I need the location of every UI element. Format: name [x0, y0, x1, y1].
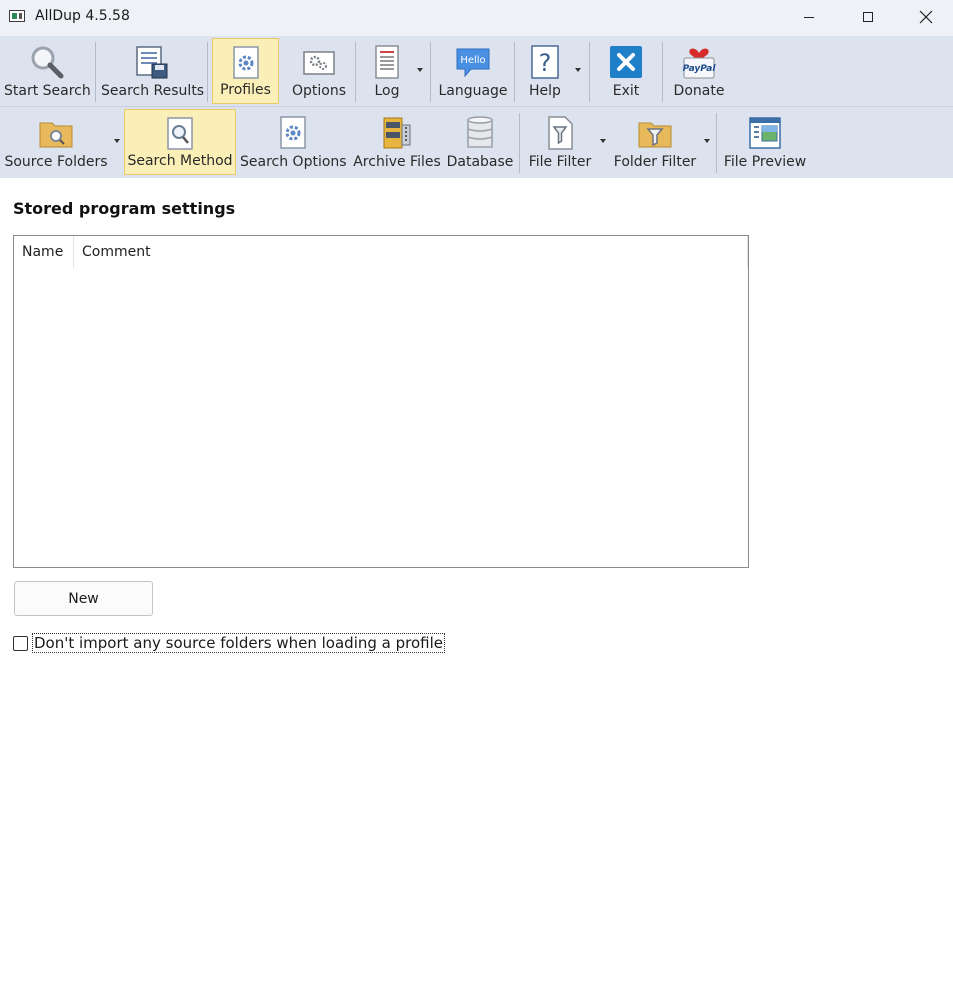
column-header-comment[interactable]: Comment [74, 236, 748, 268]
database-button[interactable]: Database [446, 109, 514, 175]
search-method-button[interactable]: Search Method [124, 109, 236, 175]
source-folders-button[interactable]: Source Folders [4, 109, 108, 175]
dont-import-source-folders-label[interactable]: Don't import any source folders when loa… [32, 633, 445, 653]
exit-button[interactable]: Exit [595, 38, 657, 104]
log-icon [375, 45, 399, 79]
file-preview-button[interactable]: File Preview [722, 109, 808, 175]
app-icon [9, 10, 25, 22]
main-toolbar: Start Search Search Results Profiles Opt… [0, 36, 953, 107]
database-icon [467, 116, 493, 148]
paypal-icon: PayPal [683, 48, 717, 79]
options-icon [303, 51, 335, 75]
file-preview-icon [749, 117, 781, 149]
folder-filter-button[interactable]: Folder Filter [610, 109, 700, 175]
folder-filter-icon [638, 122, 672, 148]
help-button[interactable]: ? Help [520, 38, 570, 104]
source-folders-icon [39, 122, 73, 148]
minimize-icon [804, 17, 814, 18]
new-button[interactable]: New [14, 581, 153, 616]
start-search-button[interactable]: Start Search [4, 38, 91, 104]
page-title: Stored program settings [13, 199, 236, 218]
log-dropdown-arrow[interactable] [417, 68, 423, 72]
help-icon: ? [531, 45, 559, 79]
separator [95, 42, 96, 102]
svg-text:?: ? [539, 49, 552, 77]
maximize-icon [863, 12, 873, 22]
exit-icon [610, 46, 642, 78]
options-button[interactable]: Options [286, 38, 352, 104]
log-button[interactable]: Log [361, 38, 413, 104]
column-header-name[interactable]: Name [14, 236, 74, 268]
svg-text:Hello: Hello [460, 55, 485, 66]
file-filter-icon [548, 116, 573, 150]
window-title: AllDup 4.5.58 [35, 8, 130, 24]
folder-filter-dropdown-arrow[interactable] [704, 139, 710, 143]
title-bar: AllDup 4.5.58 [0, 0, 953, 36]
close-icon [919, 10, 933, 24]
svg-text:PayPal: PayPal [683, 64, 717, 74]
search-method-icon [167, 117, 193, 150]
separator [355, 42, 356, 102]
profiles-icon [232, 46, 259, 79]
magnifier-icon [31, 46, 64, 79]
separator [519, 113, 520, 173]
archive-files-icon [383, 117, 411, 149]
profiles-list[interactable]: Name Comment [13, 235, 749, 568]
file-filter-dropdown-arrow[interactable] [600, 139, 606, 143]
donate-button[interactable]: PayPal Donate [668, 38, 730, 104]
search-toolbar: Source Folders Search Method Search Opti… [0, 107, 953, 178]
maximize-button[interactable] [839, 0, 897, 34]
file-filter-button[interactable]: File Filter [525, 109, 595, 175]
help-dropdown-arrow[interactable] [575, 68, 581, 72]
dont-import-source-folders-option[interactable]: Don't import any source folders when loa… [13, 632, 445, 654]
separator [716, 113, 717, 173]
source-folders-dropdown-arrow[interactable] [114, 139, 120, 143]
language-button[interactable]: Hello Language [437, 38, 509, 104]
archive-files-button[interactable]: Archive Files [352, 109, 442, 175]
minimize-button[interactable] [780, 0, 838, 34]
separator [589, 42, 590, 102]
search-options-button[interactable]: Search Options [240, 109, 347, 175]
separator [662, 42, 663, 102]
profiles-button[interactable]: Profiles [212, 38, 279, 104]
separator [207, 42, 208, 102]
list-header: Name Comment [14, 236, 748, 268]
close-button[interactable] [897, 0, 953, 34]
dont-import-source-folders-checkbox[interactable] [13, 635, 28, 651]
search-options-icon [280, 116, 306, 149]
language-icon: Hello [456, 48, 490, 78]
separator [514, 42, 515, 102]
search-results-button[interactable]: Search Results [101, 38, 204, 104]
separator [430, 42, 431, 102]
search-results-icon [136, 46, 168, 79]
